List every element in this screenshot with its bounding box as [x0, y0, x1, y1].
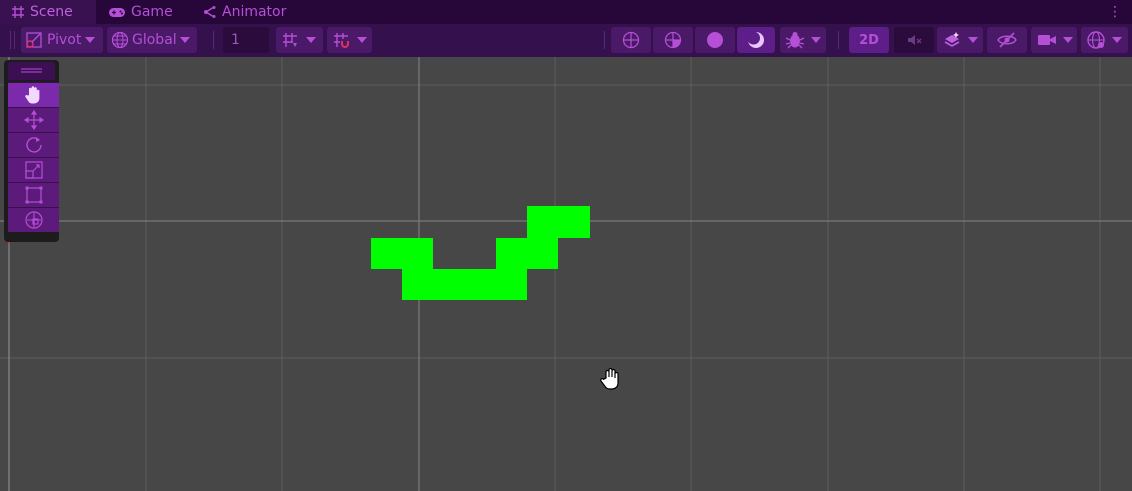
move-icon [23, 110, 44, 130]
increment-snap-toggle[interactable] [327, 27, 372, 53]
transform-icon [24, 211, 43, 229]
global-dropdown[interactable]: Global [107, 27, 197, 53]
pivot-icon [26, 32, 42, 48]
toolbar-separator [213, 31, 214, 49]
pivot-dropdown[interactable]: Pivot [21, 27, 103, 53]
lighting-toggle[interactable] [737, 27, 775, 53]
grid-size-field[interactable]: 1 [223, 27, 269, 53]
grip-icon [21, 68, 42, 73]
chevron-down-icon [179, 37, 190, 43]
mode-2d-toggle[interactable]: 2D [849, 27, 889, 53]
tab-bar: Scene Game Animator ⋮ [0, 0, 1132, 24]
audio-muted-icon [908, 35, 922, 45]
pivot-label: Pivot [47, 32, 82, 48]
hand-tool-button[interactable] [8, 82, 59, 107]
camera-settings-dropdown[interactable] [1031, 27, 1077, 53]
grid-icon [12, 6, 24, 18]
tab-scene-label: Scene [30, 4, 73, 20]
move-tool-button[interactable] [8, 107, 59, 132]
chevron-down-icon [357, 37, 367, 43]
wireframe-shading-button[interactable] [611, 27, 651, 53]
toolbar-grip [10, 31, 11, 49]
rect-tool-button[interactable] [8, 182, 59, 207]
scale-tool-button[interactable] [8, 157, 59, 182]
effects-dropdown[interactable] [937, 27, 983, 53]
kebab-menu-icon[interactable]: ⋮ [1108, 3, 1122, 21]
toolbar-separator [838, 31, 839, 49]
camera-icon [1038, 35, 1056, 45]
debug-draw-mode[interactable] [780, 27, 826, 53]
hand-cursor-icon [600, 367, 622, 395]
tab-game[interactable]: Game [108, 0, 173, 24]
tab-scene[interactable]: Scene [0, 0, 96, 24]
animator-icon [204, 6, 216, 18]
layers-effects-icon [944, 32, 960, 47]
magnet-snap-icon [334, 33, 349, 48]
scene-viewport[interactable] [0, 57, 1132, 491]
tab-game-label: Game [131, 4, 173, 20]
gamepad-icon [109, 8, 125, 17]
transform-tool-button[interactable] [8, 207, 59, 232]
grid-snapping-toggle[interactable] [276, 27, 323, 53]
wireframe-sphere-icon [622, 31, 640, 49]
scene-toolbar: Pivot Global 1 2D [0, 24, 1132, 58]
scene-visibility-toggle[interactable] [987, 27, 1027, 53]
scene-grid [0, 57, 1132, 491]
chevron-down-icon [968, 37, 978, 43]
gizmos-globe-icon [1087, 31, 1105, 49]
rotate-tool-button[interactable] [8, 132, 59, 157]
rotate-icon [25, 137, 42, 153]
grid-size-value: 1 [231, 32, 240, 48]
palette-drag-handle[interactable] [8, 62, 55, 80]
chevron-down-icon [85, 37, 96, 43]
chevron-down-icon [1112, 37, 1122, 43]
chevron-down-icon [1063, 37, 1073, 43]
rect-icon [25, 186, 42, 204]
scale-icon [24, 161, 43, 179]
green-pixel-snake-sprite [371, 206, 590, 300]
chevron-down-icon [306, 37, 316, 43]
shaded-wireframe-button[interactable] [653, 27, 693, 53]
shaded-sphere-icon [707, 32, 723, 48]
tool-palette [4, 60, 59, 242]
eye-hidden-icon [997, 32, 1017, 48]
bug-icon [785, 32, 805, 49]
tab-animator[interactable]: Animator [203, 0, 286, 24]
tab-animator-label: Animator [222, 4, 287, 20]
hand-icon [24, 86, 39, 104]
lighting-moon-icon [747, 31, 764, 48]
global-label: Global [132, 32, 177, 48]
audio-toggle[interactable] [894, 27, 934, 53]
chevron-down-icon [811, 37, 821, 43]
toolbar-separator [604, 31, 605, 49]
grid-snap-icon [283, 33, 297, 47]
shaded-button[interactable] [695, 27, 735, 53]
toolbar-grip [14, 31, 15, 49]
unity-scene-window: Scene Game Animator ⋮ Pivot Global 1 2D [0, 0, 1132, 491]
gizmos-dropdown[interactable] [1081, 27, 1128, 53]
shaded-wireframe-icon [664, 31, 682, 49]
globe-icon [111, 31, 129, 49]
mode-2d-label: 2D [859, 32, 879, 48]
